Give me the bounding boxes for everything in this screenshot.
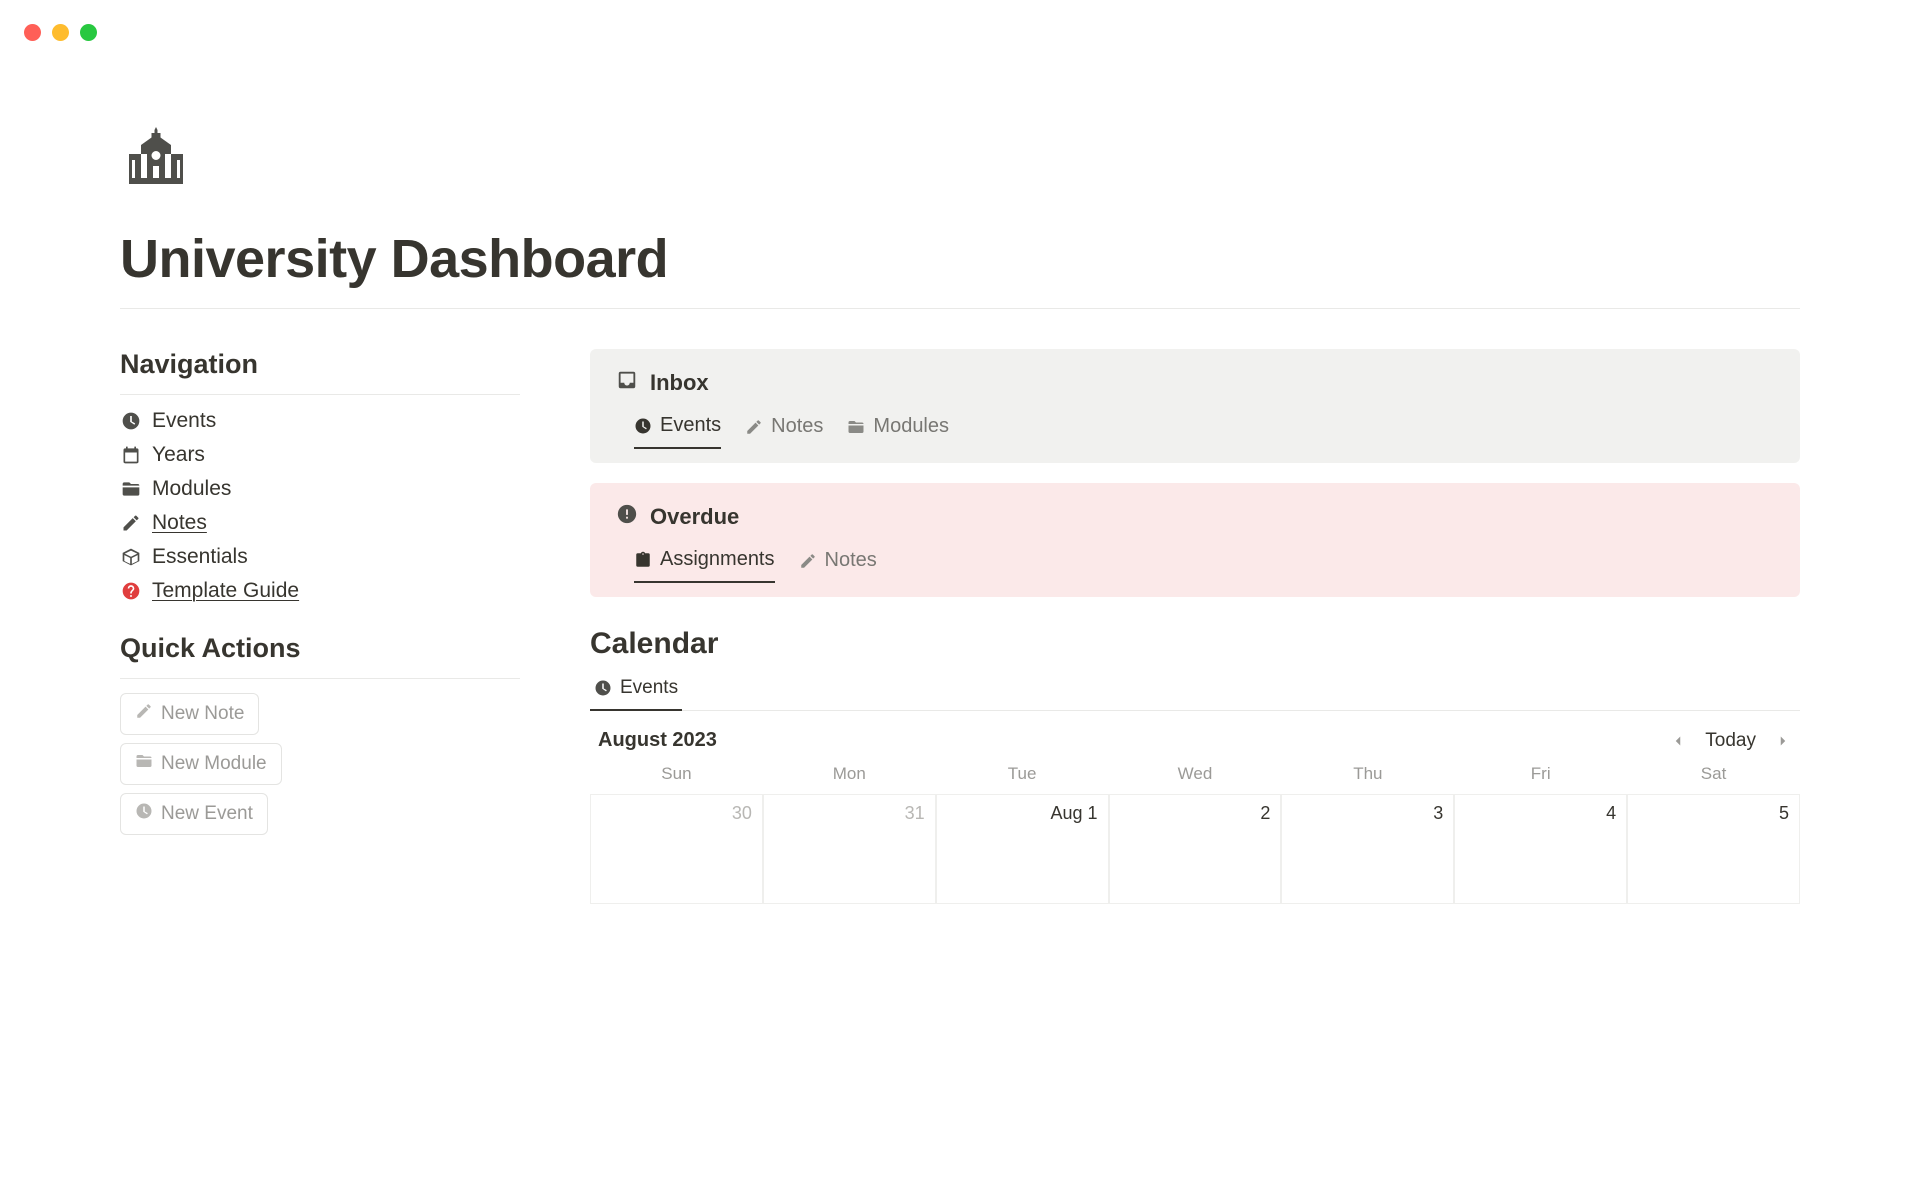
divider xyxy=(120,678,520,679)
tab-label: Assignments xyxy=(660,548,775,571)
window-close-dot[interactable] xyxy=(24,24,41,41)
calendar-tabs: Events xyxy=(590,671,1800,711)
page-title: University Dashboard xyxy=(120,228,1800,290)
day-header: Fri xyxy=(1454,764,1627,794)
nav-item-years[interactable]: Years xyxy=(120,443,520,467)
day-header: Wed xyxy=(1109,764,1282,794)
divider xyxy=(120,394,520,395)
nav-item-label: Events xyxy=(152,409,216,433)
calendar-cell[interactable]: 5 xyxy=(1627,794,1800,904)
tab-label: Notes xyxy=(825,549,877,572)
tab-notes[interactable]: Notes xyxy=(745,408,823,449)
calendar-icon xyxy=(120,444,142,466)
divider xyxy=(120,308,1800,309)
calendar-cell[interactable]: 2 xyxy=(1109,794,1282,904)
day-header: Sat xyxy=(1627,764,1800,794)
calendar-grid: Sun Mon Tue Wed Thu Fri Sat 30 31 Aug 1 … xyxy=(590,764,1800,904)
inbox-icon xyxy=(616,369,638,396)
nav-item-essentials[interactable]: Essentials xyxy=(120,545,520,569)
clock-icon xyxy=(120,410,142,432)
overdue-tabs: Assignments Notes xyxy=(616,542,1774,583)
tab-assignments[interactable]: Assignments xyxy=(634,542,775,583)
overdue-title: Overdue xyxy=(650,504,739,530)
calendar-toolbar: August 2023 Today xyxy=(590,729,1800,752)
new-note-button[interactable]: New Note xyxy=(120,693,259,735)
folder-icon xyxy=(135,752,153,776)
nav-item-label: Years xyxy=(152,443,205,467)
quick-action-label: New Event xyxy=(161,803,253,825)
chevron-left-icon[interactable] xyxy=(1669,732,1687,750)
new-event-button[interactable]: New Event xyxy=(120,793,268,835)
box-icon xyxy=(120,546,142,568)
calendar-month-label: August 2023 xyxy=(598,729,717,752)
chevron-right-icon[interactable] xyxy=(1774,732,1792,750)
quick-actions-heading: Quick Actions xyxy=(120,633,520,664)
calendar-cell[interactable]: 30 xyxy=(590,794,763,904)
navigation-heading: Navigation xyxy=(120,349,520,380)
nav-item-label: Essentials xyxy=(152,545,248,569)
inbox-panel: Inbox Events Notes Modules xyxy=(590,349,1800,463)
inbox-tabs: Events Notes Modules xyxy=(616,408,1774,449)
nav-item-modules[interactable]: Modules xyxy=(120,477,520,501)
new-module-button[interactable]: New Module xyxy=(120,743,282,785)
calendar-heading: Calendar xyxy=(590,627,1800,661)
tab-label: Modules xyxy=(873,415,949,438)
day-header: Tue xyxy=(936,764,1109,794)
tab-events[interactable]: Events xyxy=(634,408,721,449)
calendar-cell[interactable]: 3 xyxy=(1281,794,1454,904)
quick-action-label: New Module xyxy=(161,753,267,775)
nav-item-label: Modules xyxy=(152,477,231,501)
window-controls xyxy=(0,0,1920,41)
inbox-title: Inbox xyxy=(650,370,709,396)
day-header: Sun xyxy=(590,764,763,794)
calendar-cell[interactable]: 31 xyxy=(763,794,936,904)
folder-icon xyxy=(120,478,142,500)
nav-item-events[interactable]: Events xyxy=(120,409,520,433)
quick-action-label: New Note xyxy=(161,703,244,725)
quick-actions-list: New Note New Module New Event xyxy=(120,693,520,835)
school-icon xyxy=(120,121,1800,198)
window-minimize-dot[interactable] xyxy=(52,24,69,41)
tab-notes[interactable]: Notes xyxy=(799,542,877,583)
tab-label: Events xyxy=(660,414,721,437)
clock-icon xyxy=(135,802,153,826)
tab-modules[interactable]: Modules xyxy=(847,408,949,449)
nav-item-label: Notes xyxy=(152,511,207,535)
day-header: Thu xyxy=(1281,764,1454,794)
window-fullscreen-dot[interactable] xyxy=(80,24,97,41)
nav-list: Events Years Modules xyxy=(120,409,520,603)
calendar-cell[interactable]: 4 xyxy=(1454,794,1627,904)
today-button[interactable]: Today xyxy=(1705,730,1756,752)
question-icon xyxy=(120,580,142,602)
calendar-cell[interactable]: Aug 1 xyxy=(936,794,1109,904)
day-header: Mon xyxy=(763,764,936,794)
overdue-panel: Overdue Assignments Notes xyxy=(590,483,1800,597)
nav-item-template-guide[interactable]: Template Guide xyxy=(120,579,520,603)
pencil-icon xyxy=(120,512,142,534)
pencil-icon xyxy=(135,702,153,726)
tab-label: Notes xyxy=(771,415,823,438)
tab-events[interactable]: Events xyxy=(590,671,682,711)
nav-item-notes[interactable]: Notes xyxy=(120,511,520,535)
alert-icon xyxy=(616,503,638,530)
tab-label: Events xyxy=(620,677,678,699)
nav-item-label: Template Guide xyxy=(152,579,299,603)
